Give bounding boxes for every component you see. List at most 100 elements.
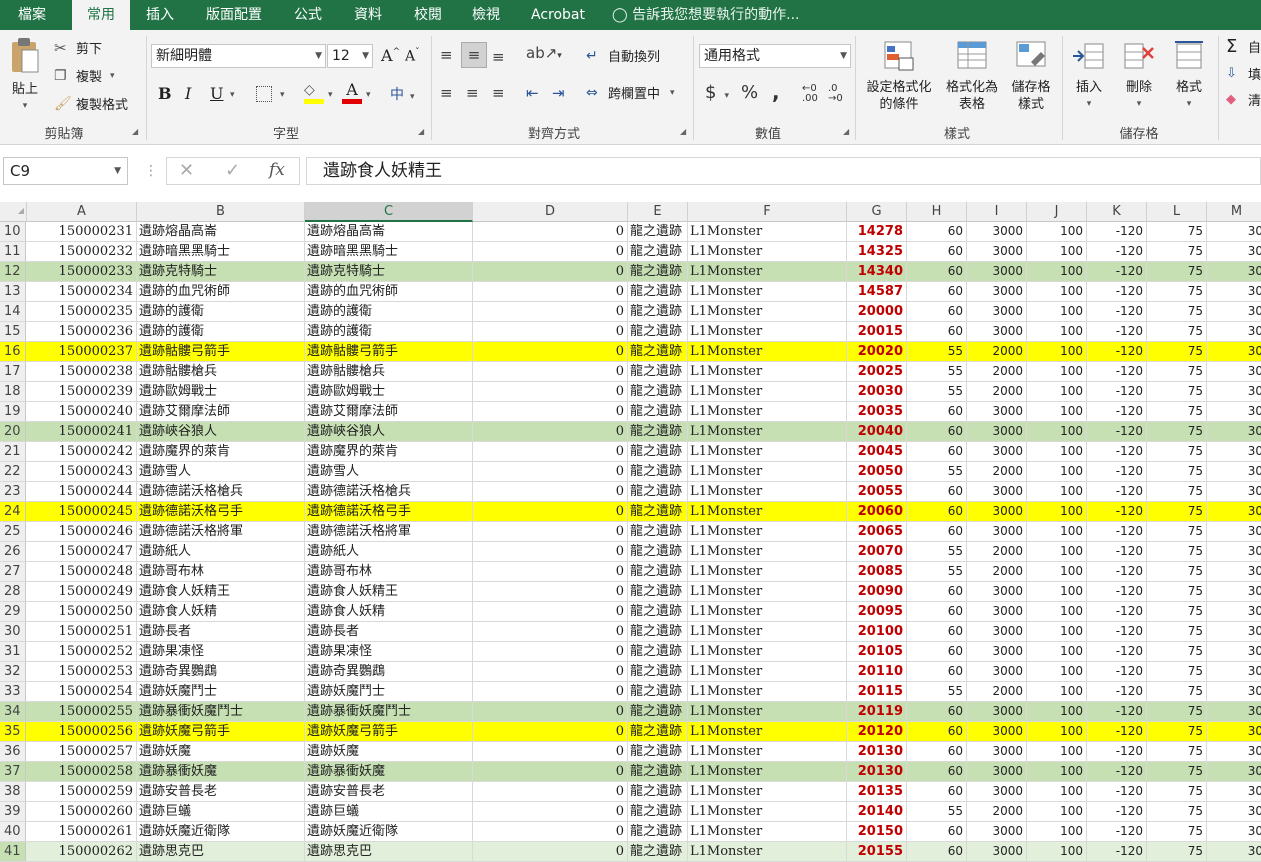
cell-g[interactable]: 20100 — [847, 622, 907, 641]
cell-j[interactable]: 100 — [1027, 222, 1087, 241]
cell-j[interactable]: 100 — [1027, 382, 1087, 401]
cell-c[interactable]: 遺跡骷髏槍兵 — [305, 362, 473, 381]
cell-m[interactable]: 30 — [1207, 602, 1261, 621]
cell-a[interactable]: 150000254 — [27, 682, 137, 701]
cell-d[interactable]: 0 — [473, 322, 628, 341]
cell-j[interactable]: 100 — [1027, 722, 1087, 741]
tab-file[interactable]: 檔案 — [0, 0, 64, 30]
cell-j[interactable]: 100 — [1027, 762, 1087, 781]
enter-icon[interactable]: ✓ — [225, 160, 240, 181]
underline-button[interactable]: U — [210, 84, 223, 103]
cell-c[interactable]: 遺跡的護衛 — [305, 322, 473, 341]
cell-i[interactable]: 2000 — [967, 462, 1027, 481]
fill-button[interactable]: ⇩ 填 — [1226, 64, 1261, 83]
row-header[interactable]: 31 — [0, 642, 26, 661]
cell-b[interactable]: 遺跡歐姆戰士 — [137, 382, 305, 401]
cell-a[interactable]: 150000246 — [27, 522, 137, 541]
cell-c[interactable]: 遺跡果凍怪 — [305, 642, 473, 661]
cell-k[interactable]: -120 — [1087, 442, 1147, 461]
cell-l[interactable]: 75 — [1147, 582, 1207, 601]
cell-l[interactable]: 75 — [1147, 442, 1207, 461]
cell-d[interactable]: 0 — [473, 302, 628, 321]
cell-k[interactable]: -120 — [1087, 502, 1147, 521]
cell-c[interactable]: 遺跡德諾沃格弓手 — [305, 502, 473, 521]
cell-m[interactable]: 30 — [1207, 682, 1261, 701]
font-name-combo[interactable]: 新細明體 ▼ — [151, 44, 326, 68]
cell-h[interactable]: 55 — [907, 682, 967, 701]
cell-a[interactable]: 150000250 — [27, 602, 137, 621]
cell-m[interactable]: 30 — [1207, 462, 1261, 481]
cell-m[interactable]: 30 — [1207, 502, 1261, 521]
column-header-h[interactable]: H — [907, 202, 967, 222]
cell-l[interactable]: 75 — [1147, 462, 1207, 481]
cell-j[interactable]: 100 — [1027, 342, 1087, 361]
cell-k[interactable]: -120 — [1087, 642, 1147, 661]
cell-e[interactable]: 龍之遺跡 — [628, 502, 688, 521]
font-size-combo[interactable]: 12 ▼ — [327, 44, 373, 68]
cell-k[interactable]: -120 — [1087, 702, 1147, 721]
cell-i[interactable]: 2000 — [967, 682, 1027, 701]
cell-c[interactable]: 遺跡妖魔近衛隊 — [305, 822, 473, 841]
cell-c[interactable]: 遺跡巨蟻 — [305, 802, 473, 821]
row-header[interactable]: 26 — [0, 542, 26, 561]
row-header[interactable]: 20 — [0, 422, 26, 441]
cell-k[interactable]: -120 — [1087, 622, 1147, 641]
cell-g[interactable]: 20055 — [847, 482, 907, 501]
cell-i[interactable]: 2000 — [967, 542, 1027, 561]
autosum-button[interactable]: Σ 自 — [1226, 36, 1261, 57]
decrease-indent-icon[interactable]: ⇤ — [526, 84, 539, 102]
cell-g[interactable]: 20065 — [847, 522, 907, 541]
cell-g[interactable]: 20025 — [847, 362, 907, 381]
cell-h[interactable]: 60 — [907, 662, 967, 681]
cell-b[interactable]: 遺跡食人妖精王 — [137, 582, 305, 601]
tab-home[interactable]: 常用 — [72, 0, 130, 30]
align-middle-icon[interactable]: ≡ — [461, 42, 487, 68]
cell-c[interactable]: 遺跡暴衝妖魔 — [305, 762, 473, 781]
row-header[interactable]: 15 — [0, 322, 26, 341]
cell-a[interactable]: 150000261 — [27, 822, 137, 841]
cell-c[interactable]: 遺跡魔界的萊肯 — [305, 442, 473, 461]
cell-h[interactable]: 60 — [907, 782, 967, 801]
cell-g[interactable]: 20120 — [847, 722, 907, 741]
cell-k[interactable]: -120 — [1087, 742, 1147, 761]
cell-a[interactable]: 150000237 — [27, 342, 137, 361]
cell-h[interactable]: 60 — [907, 422, 967, 441]
cell-i[interactable]: 2000 — [967, 802, 1027, 821]
cell-d[interactable]: 0 — [473, 762, 628, 781]
cell-f[interactable]: L1Monster — [688, 282, 847, 301]
cell-k[interactable]: -120 — [1087, 302, 1147, 321]
cell-e[interactable]: 龍之遺跡 — [628, 542, 688, 561]
row-header[interactable]: 32 — [0, 662, 26, 681]
cell-h[interactable]: 55 — [907, 562, 967, 581]
cell-a[interactable]: 150000262 — [27, 842, 137, 861]
cell-m[interactable]: 30 — [1207, 842, 1261, 861]
cell-m[interactable]: 30 — [1207, 262, 1261, 281]
align-bottom-icon[interactable]: ≡ — [492, 48, 505, 66]
cell-k[interactable]: -120 — [1087, 722, 1147, 741]
cell-a[interactable]: 150000260 — [27, 802, 137, 821]
percent-button[interactable]: % — [741, 82, 758, 103]
cell-e[interactable]: 龍之遺跡 — [628, 682, 688, 701]
cell-d[interactable]: 0 — [473, 542, 628, 561]
cell-c[interactable]: 遺跡雪人 — [305, 462, 473, 481]
cell-e[interactable]: 龍之遺跡 — [628, 642, 688, 661]
cell-i[interactable]: 3000 — [967, 582, 1027, 601]
cell-d[interactable]: 0 — [473, 782, 628, 801]
cell-i[interactable]: 3000 — [967, 302, 1027, 321]
cell-l[interactable]: 75 — [1147, 682, 1207, 701]
cell-l[interactable]: 75 — [1147, 742, 1207, 761]
cell-m[interactable]: 30 — [1207, 522, 1261, 541]
cell-l[interactable]: 75 — [1147, 362, 1207, 381]
cell-j[interactable]: 100 — [1027, 502, 1087, 521]
cell-k[interactable]: -120 — [1087, 782, 1147, 801]
row-header[interactable]: 11 — [0, 242, 26, 261]
cell-g[interactable]: 20050 — [847, 462, 907, 481]
cell-l[interactable]: 75 — [1147, 642, 1207, 661]
cell-c[interactable]: 遺跡安普長老 — [305, 782, 473, 801]
cell-h[interactable]: 55 — [907, 462, 967, 481]
cell-d[interactable]: 0 — [473, 802, 628, 821]
cell-j[interactable]: 100 — [1027, 542, 1087, 561]
cell-f[interactable]: L1Monster — [688, 342, 847, 361]
cell-e[interactable]: 龍之遺跡 — [628, 462, 688, 481]
cell-g[interactable]: 20045 — [847, 442, 907, 461]
